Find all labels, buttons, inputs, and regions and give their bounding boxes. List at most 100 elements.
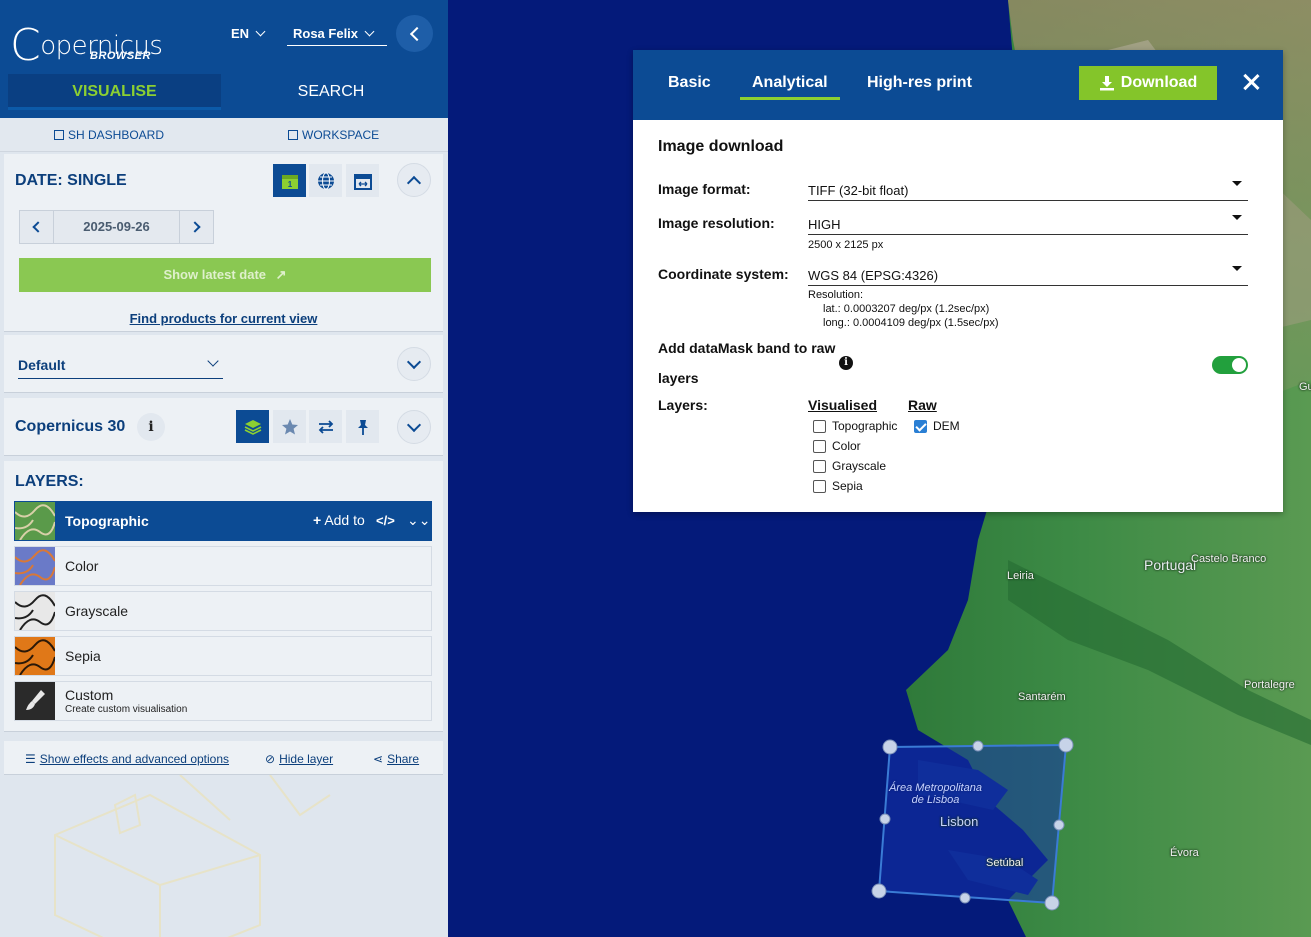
workspace-label: WORKSPACE xyxy=(302,128,380,142)
tab-search[interactable]: SEARCH xyxy=(221,74,441,110)
layer-item-topographic[interactable]: Topographic + Add to </> ⌄⌄ xyxy=(14,501,432,541)
info-icon[interactable]: i xyxy=(137,413,165,441)
tab-basic[interactable]: Basic xyxy=(668,74,711,92)
tab-visualise[interactable]: VISUALISE xyxy=(8,74,221,110)
paintbrush-icon xyxy=(15,682,55,720)
raw-heading: Raw xyxy=(908,397,937,413)
single-date-button[interactable]: 1 xyxy=(273,164,306,197)
pin-icon xyxy=(357,419,368,435)
add-to-button[interactable]: + Add to xyxy=(313,512,365,528)
show-latest-date-button[interactable]: Show latest date ↗ xyxy=(19,258,431,292)
layer-item-grayscale[interactable]: Grayscale xyxy=(14,591,432,631)
pin-button[interactable] xyxy=(346,410,379,443)
collection-title: Copernicus 30 xyxy=(15,418,126,435)
close-icon[interactable] xyxy=(1241,72,1261,92)
modal-header: Basic Analytical High-res print Download xyxy=(633,50,1283,120)
star-icon xyxy=(281,418,298,434)
visualised-heading: Visualised xyxy=(808,397,878,413)
layer-name: Sepia xyxy=(65,648,101,664)
chevron-down-icon xyxy=(406,417,422,432)
checkbox-color[interactable]: Color xyxy=(813,439,861,453)
compare-button[interactable] xyxy=(309,410,342,443)
layer-thumbnail xyxy=(15,547,55,585)
compare-arrows-icon xyxy=(318,419,333,434)
top-bar: Copernicus BROWSER EN Rosa Felix VISUALI… xyxy=(0,0,448,118)
map-label-santarem: Santarém xyxy=(1018,691,1066,703)
user-menu[interactable]: Rosa Felix xyxy=(287,22,387,46)
coordinate-system-select[interactable]: WGS 84 (EPSG:4326) xyxy=(808,258,1248,286)
calendar-icon: 1 xyxy=(281,174,298,189)
external-link-icon xyxy=(288,130,298,140)
external-links: SH DASHBOARD WORKSPACE xyxy=(0,118,448,152)
add-to-label: Add to xyxy=(324,512,365,528)
checkbox-box[interactable] xyxy=(813,419,826,433)
chevron-left-icon xyxy=(409,26,424,41)
resolution-pixels: 2500 x 2125 px xyxy=(808,239,884,251)
map-label-leiria: Leiria xyxy=(1007,570,1034,582)
hide-layer-link[interactable]: ⊘ Hide layer xyxy=(265,752,333,766)
double-chevron-down-icon[interactable]: ⌄⌄ xyxy=(407,512,430,529)
theme-select[interactable]: Default xyxy=(18,349,223,379)
eye-slash-icon: ⊘ xyxy=(265,752,276,766)
image-resolution-label: Image resolution: xyxy=(658,215,775,231)
map-label-portugal: Portugal xyxy=(1144,557,1197,573)
show-effects-link[interactable]: ☰ Show effects and advanced options xyxy=(25,752,229,766)
image-format-label: Image format: xyxy=(658,181,751,197)
logo-subtitle: BROWSER xyxy=(90,50,151,62)
modal-heading: Image download xyxy=(658,138,784,155)
user-name: Rosa Felix xyxy=(293,26,359,41)
info-icon[interactable]: i xyxy=(839,356,853,370)
next-date-button[interactable] xyxy=(179,211,213,243)
modal-body: Image download Image format: TIFF (32-bi… xyxy=(658,138,1258,493)
collapse-sidebar-button[interactable] xyxy=(396,15,433,52)
pins-favorite-button[interactable] xyxy=(273,410,306,443)
layer-thumbnail xyxy=(15,502,55,540)
workspace-link[interactable]: WORKSPACE xyxy=(288,128,379,142)
image-format-select[interactable]: TIFF (32-bit float) xyxy=(808,173,1248,201)
download-label: Download xyxy=(1120,74,1198,91)
chevron-down-icon xyxy=(364,26,375,37)
find-products-link[interactable]: Find products for current view xyxy=(4,311,443,326)
hide-layer-label: Hide layer xyxy=(279,752,334,766)
sh-dashboard-link[interactable]: SH DASHBOARD xyxy=(54,128,164,142)
checkbox-sepia[interactable]: Sepia xyxy=(813,479,863,493)
download-button[interactable]: Download xyxy=(1079,66,1217,100)
checkbox-grayscale[interactable]: Grayscale xyxy=(813,459,886,473)
sliders-icon: ☰ xyxy=(25,752,36,766)
language-select[interactable]: EN xyxy=(231,26,266,41)
layer-item-sepia[interactable]: Sepia xyxy=(14,636,432,676)
layers-button[interactable] xyxy=(236,410,269,443)
map-label-lisbon: Lisbon xyxy=(940,814,979,829)
date-panel: DATE: SINGLE 1 2025-09-26 Show latest da… xyxy=(4,154,443,332)
layer-name: Color xyxy=(65,558,99,574)
previous-date-button[interactable] xyxy=(20,211,54,243)
checkbox-label: Color xyxy=(832,439,861,453)
code-icon[interactable]: </> xyxy=(376,513,395,528)
checkbox-topographic[interactable]: Topographic xyxy=(813,419,897,433)
checkbox-dem[interactable]: DEM xyxy=(914,419,960,433)
map-label-area-lisboa-line2: de Lisboa xyxy=(911,794,960,806)
download-icon xyxy=(1099,76,1114,91)
image-resolution-select[interactable]: HIGH xyxy=(808,207,1248,235)
layers-icon xyxy=(244,419,261,435)
tab-high-res-print[interactable]: High-res print xyxy=(867,74,972,92)
background-illustration xyxy=(54,775,331,937)
sh-dashboard-label: SH DASHBOARD xyxy=(68,128,165,142)
checkbox-box[interactable] xyxy=(813,479,826,493)
expand-collection-button[interactable] xyxy=(397,410,431,444)
layer-item-color[interactable]: Color xyxy=(14,546,432,586)
chevron-down-icon xyxy=(207,355,219,367)
date-range-button[interactable] xyxy=(346,164,379,197)
map-label-guarda: Guard xyxy=(1299,381,1311,393)
tab-analytical[interactable]: Analytical xyxy=(740,74,840,100)
checkbox-box[interactable] xyxy=(813,439,826,453)
timelapse-globe-button[interactable] xyxy=(309,164,342,197)
checkbox-box[interactable] xyxy=(813,459,826,473)
collapse-date-panel-button[interactable] xyxy=(397,163,431,197)
checkbox-box[interactable] xyxy=(914,419,927,433)
date-value[interactable]: 2025-09-26 xyxy=(54,211,179,243)
share-link[interactable]: ⋖ Share xyxy=(373,752,419,766)
datamask-toggle[interactable] xyxy=(1212,356,1248,374)
expand-theme-button[interactable] xyxy=(397,347,431,381)
layer-item-custom[interactable]: Custom Create custom visualisation xyxy=(14,681,432,721)
